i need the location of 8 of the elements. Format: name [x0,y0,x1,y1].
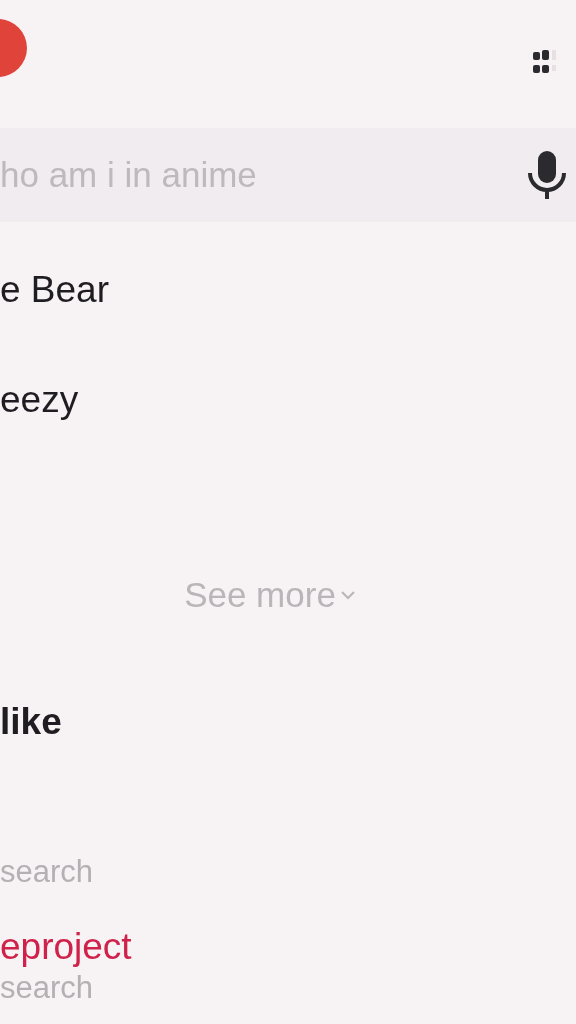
result-title[interactable]: eproject [0,925,576,969]
suggestion-text[interactable]: eezy [0,379,79,421]
result-subtitle: search [0,969,95,1007]
result-subtitle: search [0,853,95,891]
section-heading: like [0,701,62,743]
microphone-icon[interactable] [527,151,567,199]
chevron-down-icon [339,590,356,600]
suggestion-text[interactable]: e Bear [0,269,109,311]
